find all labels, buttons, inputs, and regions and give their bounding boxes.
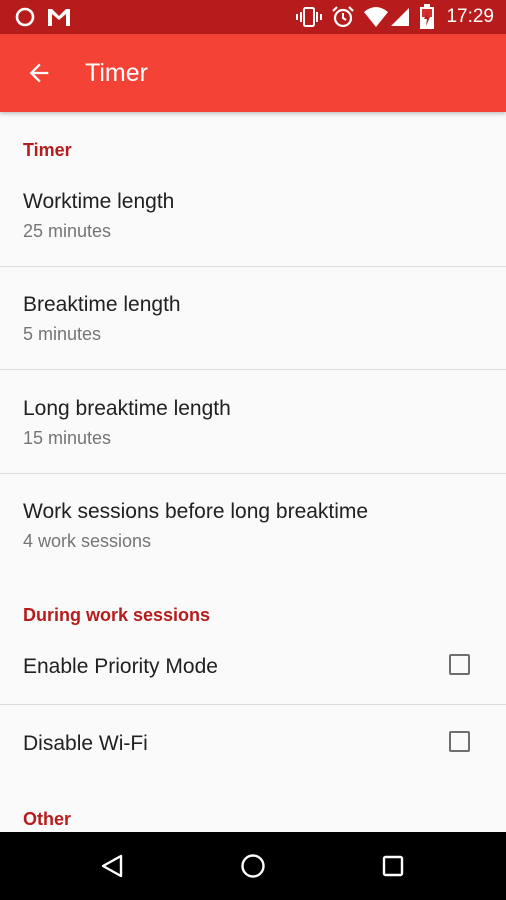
pref-title: Long breaktime length xyxy=(23,397,231,420)
pref-enable-priority-mode[interactable]: Enable Priority Mode xyxy=(0,630,506,704)
section-header-during-work-sessions: During work sessions xyxy=(23,605,211,625)
gmail-icon xyxy=(47,0,71,34)
pref-disable-wifi[interactable]: Disable Wi-Fi xyxy=(0,705,506,783)
disable-wifi-checkbox[interactable] xyxy=(449,731,470,752)
priority-mode-checkbox[interactable] xyxy=(449,654,470,675)
nav-home-button[interactable] xyxy=(231,844,275,888)
nav-back-button[interactable] xyxy=(90,844,134,888)
app-bar: Timer xyxy=(0,34,506,112)
battery-charging-icon xyxy=(419,0,435,34)
back-triangle-icon xyxy=(101,854,123,878)
status-bar: 17:29 xyxy=(0,0,506,34)
pref-summary: 25 minutes xyxy=(23,221,112,241)
recents-square-icon xyxy=(382,855,404,877)
home-circle-icon xyxy=(241,854,265,878)
pref-work-sessions-before-long-breaktime[interactable]: Work sessions before long breaktime 4 wo… xyxy=(0,474,506,574)
page-title: Timer xyxy=(85,59,148,87)
vibrate-icon xyxy=(296,0,322,34)
navigation-bar xyxy=(0,832,506,900)
pref-title: Disable Wi-Fi xyxy=(23,732,148,755)
pref-title: Breaktime length xyxy=(23,293,181,316)
pref-worktime-length[interactable]: Worktime length 25 minutes xyxy=(0,167,506,265)
alarm-icon xyxy=(331,0,355,34)
preferences-list[interactable]: Timer Worktime length 25 minutes Breakti… xyxy=(0,112,506,832)
pref-summary: 4 work sessions xyxy=(23,531,152,551)
wifi-icon xyxy=(363,0,389,34)
section-header-other: Other xyxy=(23,809,72,829)
clock-time: 17:29 xyxy=(446,6,494,27)
pref-long-breaktime-length[interactable]: Long breaktime length 15 minutes xyxy=(0,370,506,472)
nav-recents-button[interactable] xyxy=(371,844,415,888)
circle-notification-icon xyxy=(14,0,36,34)
pref-title: Worktime length xyxy=(23,190,175,213)
pref-title: Enable Priority Mode xyxy=(23,655,218,678)
pref-breaktime-length[interactable]: Breaktime length 5 minutes xyxy=(0,267,506,369)
pref-summary: 15 minutes xyxy=(23,428,112,448)
back-button[interactable] xyxy=(20,54,58,92)
pref-title: Work sessions before long breaktime xyxy=(23,500,369,523)
signal-icon xyxy=(390,0,410,34)
section-header-timer: Timer xyxy=(23,140,72,160)
arrow-back-icon xyxy=(29,63,49,83)
pref-summary: 5 minutes xyxy=(23,324,102,344)
